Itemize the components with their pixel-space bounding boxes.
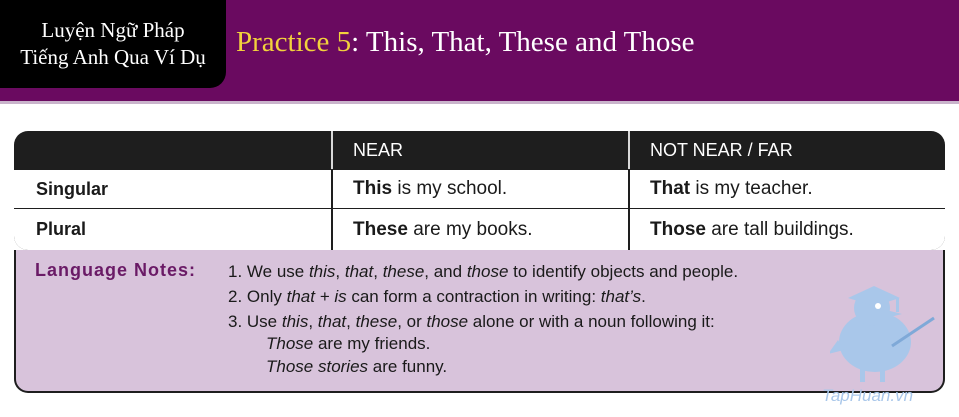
keyword: That xyxy=(650,178,691,199)
note-word: these xyxy=(355,312,398,331)
sentence-rest: are tall buildings. xyxy=(705,218,854,240)
table-row: Singular This is my school. That is my t… xyxy=(14,170,945,209)
note-text: , xyxy=(308,312,318,331)
example-2: Those stories are funny. xyxy=(266,357,447,377)
sentence-rest: is my school. xyxy=(392,178,508,199)
brand-line-1: Luyện Ngữ Pháp xyxy=(41,18,185,42)
note-1: 1. We use this, that, these, and those t… xyxy=(228,262,738,282)
keyword: These xyxy=(353,218,408,240)
notes-title: Language Notes: xyxy=(35,260,197,280)
brand-line-2: Tiếng Anh Qua Ví Dụ xyxy=(20,45,206,69)
keyword: Those xyxy=(650,218,706,240)
column-header-near: NEAR xyxy=(331,131,628,169)
row-label: Plural xyxy=(36,219,87,239)
note-2: 2. Only that + is can form a contraction… xyxy=(228,287,646,307)
note-text: , xyxy=(373,262,383,281)
sentence-rest: is my teacher. xyxy=(690,178,813,199)
row-label-plural: Plural xyxy=(14,209,331,250)
example-word: Those stories xyxy=(266,357,369,376)
bird-mascot-icon xyxy=(830,286,935,382)
note-word: this xyxy=(308,262,336,281)
grammar-table: NEAR NOT NEAR / FAR Singular This is my … xyxy=(14,131,945,250)
note-word: that xyxy=(317,312,347,331)
note-text: 1. We use xyxy=(228,262,309,281)
note-text: can form a contraction in writing: xyxy=(346,287,601,306)
title-rest: : This, That, These and Those xyxy=(351,26,695,58)
note-text: to identify objects and people. xyxy=(508,262,739,281)
keyword: This xyxy=(353,178,393,199)
note-text: , and xyxy=(424,262,467,281)
column-header-far: NOT NEAR / FAR xyxy=(628,131,945,169)
row-label-singular: Singular xyxy=(14,170,331,208)
note-word: these xyxy=(382,262,425,281)
example-text: are funny. xyxy=(368,357,448,376)
note-text: 2. Only xyxy=(228,287,287,306)
column-header-empty xyxy=(14,131,331,169)
note-text: , xyxy=(335,262,345,281)
note-text: alone or with a noun following it: xyxy=(468,312,715,331)
watermark-text: TapHuan.vn xyxy=(822,386,914,405)
row-label: Singular xyxy=(36,178,109,199)
note-text: , or xyxy=(397,312,427,331)
example-1: Those are my friends. xyxy=(266,334,430,354)
note-word: those xyxy=(466,262,509,281)
note-word: this xyxy=(281,312,309,331)
note-text: , xyxy=(346,312,356,331)
example-text: are my friends. xyxy=(313,334,431,353)
cell-singular-far: That is my teacher. xyxy=(628,170,945,208)
note-text: 3. Use xyxy=(228,312,282,331)
header-banner: Luyện Ngữ Pháp Tiếng Anh Qua Ví Dụ Pract… xyxy=(0,0,959,104)
table-header-row: NEAR NOT NEAR / FAR xyxy=(14,131,945,169)
cell-plural-near: These are my books. xyxy=(331,209,628,250)
note-word: that’s xyxy=(600,287,642,306)
note-word: that + is xyxy=(286,287,347,306)
cell-plural-far: Those are tall buildings. xyxy=(628,209,945,250)
brand-box: Luyện Ngữ Pháp Tiếng Anh Qua Ví Dụ xyxy=(0,0,226,88)
note-word: that xyxy=(344,262,374,281)
table-row: Plural These are my books. Those are tal… xyxy=(14,209,945,250)
sentence-rest: are my books. xyxy=(407,218,533,240)
example-word: Those xyxy=(266,334,314,353)
language-notes-panel: Language Notes: 1. We use this, that, th… xyxy=(14,250,945,393)
note-3: 3. Use this, that, these, or those alone… xyxy=(228,312,715,332)
page-title: Practice 5: This, That, These and Those xyxy=(236,26,695,59)
note-text: . xyxy=(641,287,646,306)
cell-singular-near: This is my school. xyxy=(331,170,628,208)
note-word: those xyxy=(426,312,469,331)
title-accent: Practice 5 xyxy=(236,26,352,58)
